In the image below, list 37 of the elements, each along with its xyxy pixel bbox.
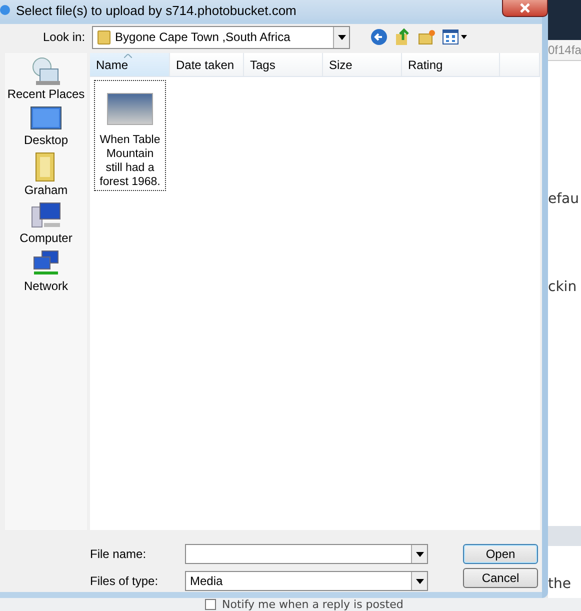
close-icon [519, 3, 531, 13]
globe-icon [0, 3, 12, 17]
file-item[interactable]: When Table Mountain still had a forest 1968. [94, 80, 166, 191]
file-type-dropdown[interactable]: Media [185, 571, 428, 591]
file-name-label: File name: [90, 547, 148, 561]
page-text: ckin [548, 279, 578, 295]
look-in-label: Look in: [43, 30, 86, 44]
place-label[interactable]: Network [24, 279, 68, 293]
cancel-button[interactable]: Cancel [463, 568, 538, 588]
file-name-field[interactable] [185, 544, 428, 564]
recent-places-icon[interactable] [30, 57, 62, 87]
view-menu-icon[interactable] [442, 28, 468, 46]
column-header[interactable]: Tags [244, 53, 323, 76]
caret-icon [416, 578, 424, 584]
file-type-label: Files of type: [90, 574, 160, 588]
window-title: Select file(s) to upload by s714.photobucket.com [16, 2, 296, 18]
photo-placeholder [107, 93, 153, 125]
caret-icon [338, 34, 346, 40]
page-text: efau [548, 191, 580, 207]
page-band [548, 526, 581, 546]
open-button[interactable]: Open [463, 544, 538, 564]
look-in-dropdown[interactable]: Bygone Cape Town ,South Africa [92, 26, 350, 48]
column-header[interactable]: Date taken [170, 53, 244, 76]
column-header[interactable]: Name [90, 53, 170, 76]
back-icon[interactable] [370, 28, 388, 46]
place-label[interactable]: Computer [20, 231, 72, 245]
folder-icon [97, 29, 112, 45]
place-label[interactable]: Recent Places [7, 87, 85, 101]
column-header[interactable]: Size [323, 53, 402, 76]
column-header[interactable]: Rating [402, 53, 500, 76]
browser-toolbar [548, 0, 581, 40]
page-text: the [548, 576, 572, 592]
caret-icon [416, 552, 424, 556]
close-button[interactable] [502, 0, 548, 17]
notify-checkbox[interactable] [205, 599, 216, 610]
place-label[interactable]: Graham [24, 183, 68, 197]
place-label[interactable]: Desktop [24, 133, 68, 147]
